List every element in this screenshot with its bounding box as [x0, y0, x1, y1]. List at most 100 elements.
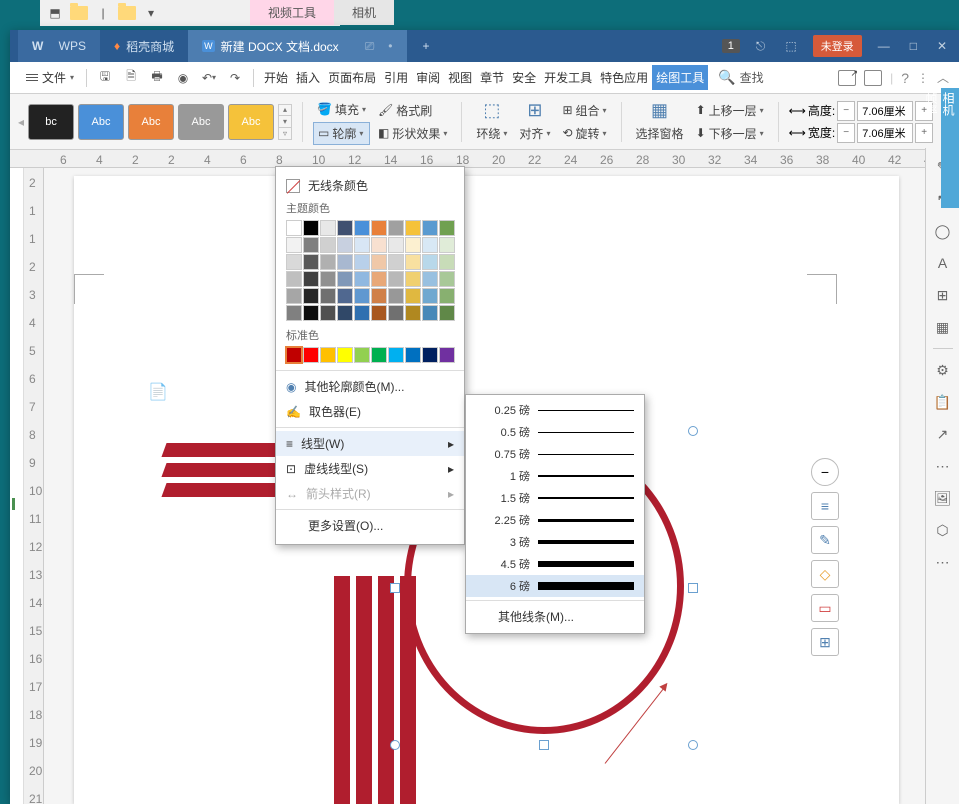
login-button[interactable]: 未登录 [813, 35, 862, 57]
color-swatch[interactable] [354, 305, 370, 321]
weight-2.25磅[interactable]: 2.25 磅 [466, 509, 644, 531]
dd-other-color[interactable]: ◉其他轮廓颜色(M)... [276, 374, 464, 399]
tab-document[interactable]: W 新建 DOCX 文档.docx ⎚ • [188, 30, 406, 62]
tab-view[interactable]: 视图 [444, 65, 476, 90]
styles-nav[interactable]: ▴▾▿ [278, 104, 292, 140]
tab-security[interactable]: 安全 [508, 65, 540, 90]
color-swatch[interactable] [320, 288, 336, 304]
side-image-icon[interactable]: 🖼 [932, 487, 954, 509]
handle-bm[interactable] [539, 740, 549, 750]
weight-3磅[interactable]: 3 磅 [466, 531, 644, 553]
color-swatch[interactable] [337, 305, 353, 321]
undo-icon[interactable]: ↶▾ [197, 66, 221, 90]
color-swatch[interactable] [388, 254, 404, 270]
color-swatch[interactable] [388, 305, 404, 321]
side-table-icon[interactable]: ⊞ [932, 284, 954, 306]
weight-0.25磅[interactable]: 0.25 磅 [466, 399, 644, 421]
color-swatch[interactable] [303, 288, 319, 304]
explorer-down[interactable]: ▾ [140, 3, 162, 23]
print-preview-icon[interactable]: 🖶 [145, 66, 169, 90]
color-swatch[interactable] [337, 347, 353, 363]
color-swatch[interactable] [354, 271, 370, 287]
ribbon-shape-left[interactable] [164, 443, 290, 503]
dd-more-settings[interactable]: 更多设置(O)... [276, 513, 464, 538]
cloud-icon[interactable]: ⎋ [752, 39, 770, 54]
float-edit-btn[interactable]: ✎ [811, 526, 839, 554]
tab-drawing[interactable]: 绘图工具 [652, 65, 708, 90]
color-swatch[interactable] [354, 254, 370, 270]
tab-pagelayout[interactable]: 页面布局 [324, 65, 380, 90]
side-clipboard-icon[interactable]: 📋 [932, 391, 954, 413]
tab-store[interactable]: ♦稻壳商城 [100, 30, 188, 62]
weight-0.5磅[interactable]: 0.5 磅 [466, 421, 644, 443]
fill-button[interactable]: 🪣填充▾ [313, 99, 370, 120]
float-fill-btn[interactable]: ◇ [811, 560, 839, 588]
weight-other[interactable]: 其他线条(M)... [466, 604, 644, 629]
color-swatch[interactable] [320, 220, 336, 236]
width-dec[interactable]: − [837, 123, 855, 143]
handle-bl[interactable] [390, 740, 400, 750]
color-swatch[interactable] [422, 288, 438, 304]
share-icon[interactable]: ↗ [838, 70, 856, 86]
color-swatch[interactable] [371, 288, 387, 304]
color-swatch[interactable] [286, 288, 302, 304]
dd-dash-type[interactable]: ⊡虚线线型(S)▸ [276, 456, 464, 481]
explorer-tab-video[interactable]: 视频工具 [250, 0, 334, 25]
color-swatch[interactable] [439, 347, 455, 363]
color-swatch[interactable] [337, 237, 353, 253]
color-swatch[interactable] [303, 237, 319, 253]
maximize-button[interactable]: □ [906, 39, 921, 53]
color-swatch[interactable] [303, 305, 319, 321]
side-ellipsis-icon[interactable]: ⋯ [932, 455, 954, 477]
color-swatch[interactable] [371, 220, 387, 236]
color-swatch[interactable] [405, 237, 421, 253]
style-2[interactable]: Abc [78, 104, 124, 140]
print-icon[interactable]: 🗎 [119, 66, 143, 90]
color-swatch[interactable] [439, 237, 455, 253]
shape-effect-button[interactable]: ◧形状效果▾ [374, 123, 451, 144]
side-shield-icon[interactable]: ⬡ [932, 519, 954, 541]
weight-0.75磅[interactable]: 0.75 磅 [466, 443, 644, 465]
file-menu[interactable]: 文件▾ [20, 67, 80, 88]
weight-1磅[interactable]: 1 磅 [466, 465, 644, 487]
tab-special[interactable]: 特色应用 [596, 65, 652, 90]
color-swatch[interactable] [320, 271, 336, 287]
color-swatch[interactable] [337, 220, 353, 236]
color-swatch[interactable] [388, 271, 404, 287]
color-swatch[interactable] [371, 237, 387, 253]
width-field[interactable]: ⟷宽度: − + [789, 123, 934, 143]
color-swatch[interactable] [371, 271, 387, 287]
color-swatch[interactable] [439, 305, 455, 321]
color-swatch[interactable] [405, 220, 421, 236]
style-5[interactable]: Abc [228, 104, 274, 140]
color-swatch[interactable] [388, 288, 404, 304]
send-back-button[interactable]: ⬇下移一层▾ [692, 123, 768, 144]
color-swatch[interactable] [405, 347, 421, 363]
search-button[interactable]: 🔍查找 [718, 69, 763, 86]
monitor-icon[interactable]: ⎚ [365, 39, 375, 54]
wrap-button[interactable]: 环绕▾ [472, 123, 511, 144]
handle-mr[interactable] [688, 583, 698, 593]
color-swatch[interactable] [388, 347, 404, 363]
tab-devtools[interactable]: 开发工具 [540, 65, 596, 90]
color-swatch[interactable] [405, 254, 421, 270]
save-icon[interactable]: 🖫 [93, 66, 117, 90]
color-swatch[interactable] [422, 271, 438, 287]
dd-line-weight[interactable]: ≡线型(W)▸ [276, 431, 464, 456]
color-swatch[interactable] [303, 220, 319, 236]
color-swatch[interactable] [303, 347, 319, 363]
tab-start[interactable]: 开始 [260, 65, 292, 90]
color-swatch[interactable] [337, 254, 353, 270]
color-swatch[interactable] [388, 237, 404, 253]
color-swatch[interactable] [286, 254, 302, 270]
color-swatch[interactable] [439, 271, 455, 287]
float-more-btn[interactable]: ⊞ [811, 628, 839, 656]
side-settings-icon[interactable]: ⚙ [932, 359, 954, 381]
bring-forward-button[interactable]: ⬆上移一层▾ [692, 100, 768, 121]
dd-no-line[interactable]: 无线条颜色 [276, 173, 464, 198]
outline-button[interactable]: ▭轮廓▾ [313, 122, 370, 145]
side-grid-icon[interactable]: ▦ [932, 316, 954, 338]
style-3[interactable]: Abc [128, 104, 174, 140]
color-swatch[interactable] [422, 347, 438, 363]
color-swatch[interactable] [286, 347, 302, 363]
